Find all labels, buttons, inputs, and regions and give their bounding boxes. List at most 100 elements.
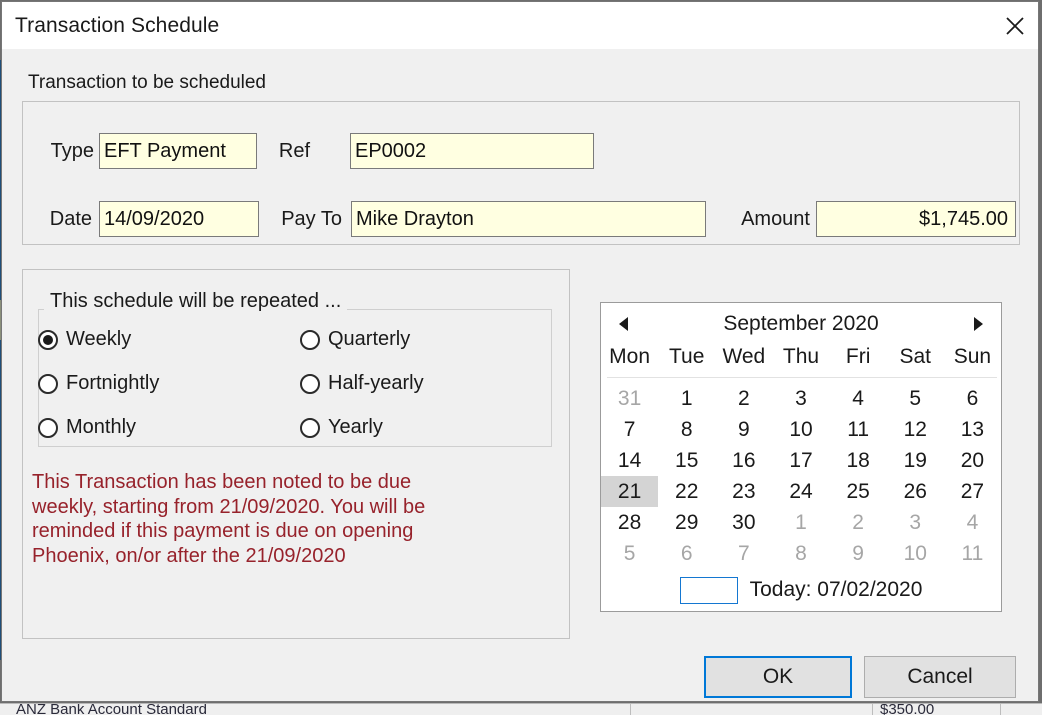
- calendar-day-cell[interactable]: 25: [830, 476, 887, 507]
- type-label: Type: [50, 140, 94, 162]
- calendar-day-cell[interactable]: 20: [944, 445, 1001, 476]
- calendar-day-cell[interactable]: 22: [658, 476, 715, 507]
- calendar-day-cell[interactable]: 14: [601, 445, 658, 476]
- calendar-week-row: 31 1 2 3 4 5 6: [601, 383, 1001, 414]
- calendar-day-cell[interactable]: 31: [601, 383, 658, 414]
- calendar-day-cell[interactable]: 2: [830, 507, 887, 538]
- calendar-day-cell[interactable]: 6: [944, 383, 1001, 414]
- calendar-day-cell[interactable]: 7: [601, 414, 658, 445]
- calendar-day-cell[interactable]: 7: [715, 538, 772, 569]
- calendar-day-cell[interactable]: 3: [772, 383, 829, 414]
- radio-half-yearly[interactable]: Half-yearly: [300, 372, 424, 395]
- calendar-day-cell[interactable]: 18: [830, 445, 887, 476]
- day-name-thu: Thu: [782, 345, 820, 368]
- calendar-day-grid: 31 1 2 3 4 5 6 7 8 9 10 11 12 13 14 15 16 17 18 19 20 21 22 23 2…: [601, 383, 1001, 569]
- schedule-note-line: weekly, starting from 21/09/2020. You wi…: [32, 495, 426, 518]
- calendar-day-cell[interactable]: 1: [772, 507, 829, 538]
- calendar-day-cell[interactable]: 8: [772, 538, 829, 569]
- calendar-day-cell[interactable]: 9: [830, 538, 887, 569]
- calendar-day-cell[interactable]: 9: [715, 414, 772, 445]
- calendar-day-cell[interactable]: 24: [772, 476, 829, 507]
- ref-label: Ref: [278, 140, 310, 162]
- calendar-day-cell[interactable]: 5: [601, 538, 658, 569]
- calendar-day-cell[interactable]: 23: [715, 476, 772, 507]
- calendar-day-cell[interactable]: 16: [715, 445, 772, 476]
- calendar-day-cell[interactable]: 13: [944, 414, 1001, 445]
- calendar-divider: [607, 377, 997, 378]
- calendar-day-cell[interactable]: 2: [715, 383, 772, 414]
- radio-yearly[interactable]: Yearly: [300, 416, 383, 439]
- amount-label: Amount: [741, 208, 810, 230]
- calendar-day-cell[interactable]: 4: [944, 507, 1001, 538]
- day-name-mon: Mon: [609, 345, 650, 368]
- calendar-day-cell[interactable]: 30: [715, 507, 772, 538]
- calendar-day-cell[interactable]: 1: [658, 383, 715, 414]
- radio-quarterly-marker: [300, 329, 320, 350]
- calendar-week-row: 7 8 9 10 11 12 13: [601, 414, 1001, 445]
- calendar-day-cell[interactable]: 11: [944, 538, 1001, 569]
- schedule-note-line: reminded if this payment is due on openi…: [32, 520, 414, 542]
- triangle-right-icon[interactable]: [967, 314, 989, 334]
- section-title: Transaction to be scheduled: [28, 72, 267, 93]
- date-picker-calendar[interactable]: September 2020 Mon Tue Wed Thu Fri Sat S…: [600, 302, 1002, 612]
- radio-yearly-marker: [300, 417, 320, 438]
- background-table-row: ANZ Bank Account Standard $350.00: [0, 703, 1042, 715]
- calendar-week-row: 5 6 7 8 9 10 11: [601, 538, 1001, 569]
- calendar-day-cell[interactable]: 26: [887, 476, 944, 507]
- day-name-fri: Fri: [845, 345, 871, 368]
- calendar-day-cell[interactable]: 4: [830, 383, 887, 414]
- background-column-divider: [1000, 704, 1001, 715]
- calendar-day-cell[interactable]: 10: [887, 538, 944, 569]
- cancel-button[interactable]: Cancel: [864, 656, 1016, 698]
- calendar-day-cell[interactable]: 15: [658, 445, 715, 476]
- ref-input[interactable]: EP0002: [350, 133, 594, 169]
- day-name-wed: Wed: [722, 345, 766, 368]
- calendar-day-cell[interactable]: 8: [658, 414, 715, 445]
- background-column-divider: [872, 704, 873, 715]
- schedule-note-line: Phoenix, on/or after the 21/09/2020: [32, 544, 346, 567]
- dialog-titlebar: Transaction Schedule: [2, 2, 1038, 49]
- background-cell-amount: $350.00: [880, 703, 935, 715]
- radio-weekly-label: Weekly: [66, 328, 132, 350]
- schedule-note-line: This Transaction has been noted to be du…: [32, 471, 412, 493]
- calendar-day-cell[interactable]: 17: [772, 445, 829, 476]
- calendar-day-cell[interactable]: 19: [887, 445, 944, 476]
- calendar-day-cell[interactable]: 5: [887, 383, 944, 414]
- repeat-options-legend: This schedule will be repeated ...: [44, 289, 348, 313]
- calendar-day-cell[interactable]: 28: [601, 507, 658, 538]
- schedule-note: This Transaction has been noted to be du…: [32, 470, 532, 568]
- radio-weekly[interactable]: Weekly: [38, 328, 131, 351]
- radio-half-yearly-label: Half-yearly: [328, 372, 424, 394]
- background-column-divider: [630, 704, 631, 715]
- radio-monthly[interactable]: Monthly: [38, 416, 136, 439]
- radio-quarterly[interactable]: Quarterly: [300, 328, 410, 351]
- dialog-title: Transaction Schedule: [15, 14, 220, 37]
- calendar-day-cell[interactable]: 12: [887, 414, 944, 445]
- today-swatch[interactable]: [679, 576, 738, 604]
- type-input[interactable]: EFT Payment: [99, 133, 257, 169]
- radio-fortnightly-label: Fortnightly: [66, 372, 160, 394]
- date-label: Date: [49, 208, 92, 230]
- close-icon[interactable]: [992, 2, 1038, 49]
- calendar-week-row: 28 29 30 1 2 3 4: [601, 507, 1001, 538]
- calendar-day-cell[interactable]: 27: [944, 476, 1001, 507]
- radio-half-yearly-marker: [300, 373, 320, 394]
- calendar-day-names: Mon Tue Wed Thu Fri Sat Sun: [601, 345, 1001, 369]
- calendar-footer: Today: 07/02/2020: [601, 575, 1001, 605]
- radio-monthly-label: Monthly: [66, 416, 137, 438]
- radio-quarterly-label: Quarterly: [328, 328, 411, 350]
- calendar-day-cell[interactable]: 29: [658, 507, 715, 538]
- calendar-week-row: 14 15 16 17 18 19 20: [601, 445, 1001, 476]
- calendar-month-title[interactable]: September 2020: [601, 312, 1001, 336]
- calendar-day-cell[interactable]: 6: [658, 538, 715, 569]
- radio-fortnightly-marker: [38, 373, 58, 394]
- ok-button[interactable]: OK: [704, 656, 852, 698]
- today-label: Today: 07/02/2020: [749, 578, 923, 601]
- radio-fortnightly[interactable]: Fortnightly: [38, 372, 159, 395]
- calendar-day-cell[interactable]: 11: [830, 414, 887, 445]
- calendar-day-cell[interactable]: 10: [772, 414, 829, 445]
- calendar-day-cell[interactable]: 3: [887, 507, 944, 538]
- background-cell-account: ANZ Bank Account Standard: [16, 703, 207, 715]
- calendar-day-cell[interactable]: 21: [601, 476, 659, 507]
- amount-input[interactable]: $1,745.00: [816, 201, 1016, 237]
